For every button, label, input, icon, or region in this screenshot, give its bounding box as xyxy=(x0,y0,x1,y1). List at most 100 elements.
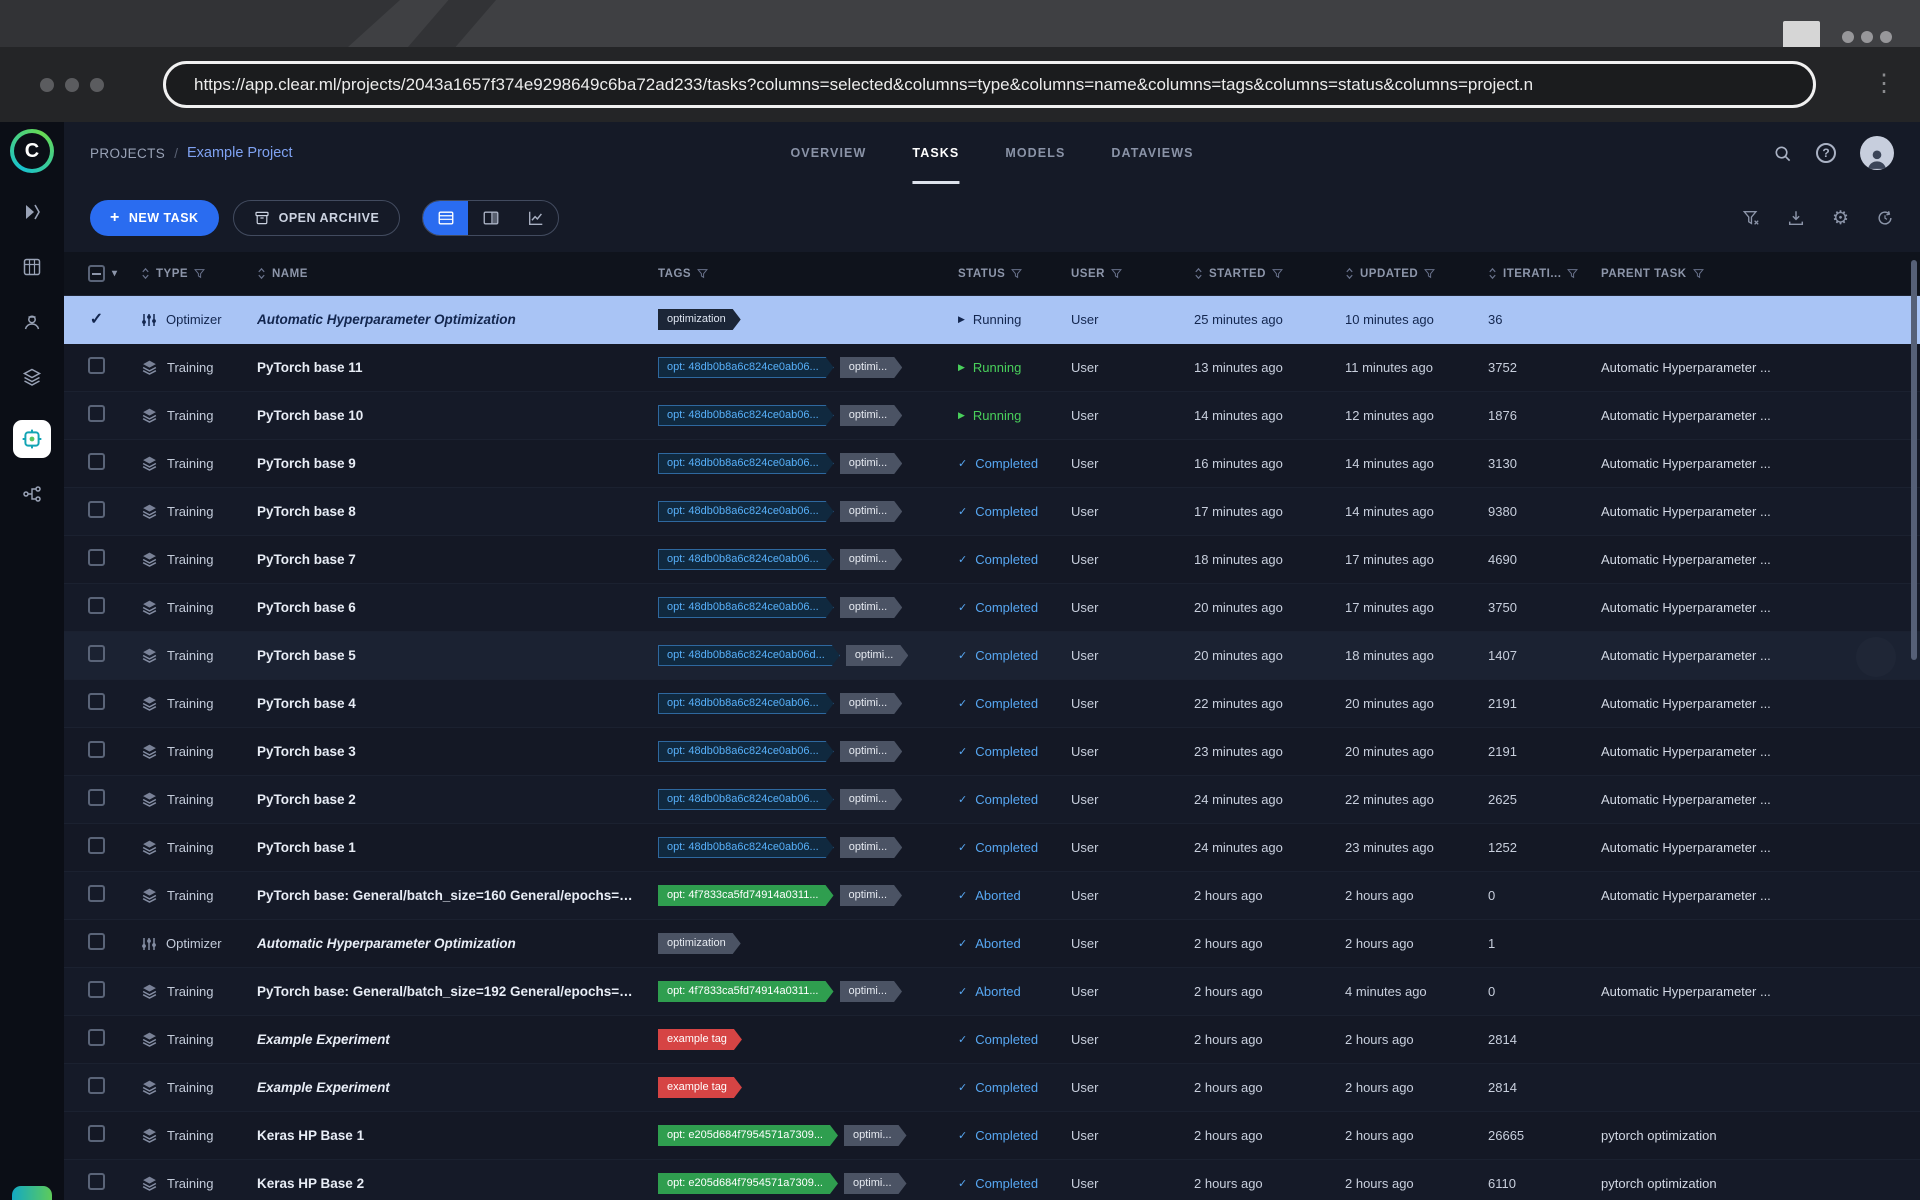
task-tag[interactable]: optimi... xyxy=(840,981,903,1002)
row-checkbox[interactable] xyxy=(88,933,105,950)
task-name[interactable]: PyTorch base 2 xyxy=(257,792,658,807)
task-parent[interactable]: Automatic Hyperparameter ... xyxy=(1601,888,1900,903)
sort-icon[interactable] xyxy=(141,267,150,280)
task-name[interactable]: Example Experiment xyxy=(257,1032,658,1047)
task-parent[interactable]: Automatic Hyperparameter ... xyxy=(1601,504,1900,519)
task-tag[interactable]: opt: 48db0b8a6c824ce0ab06... xyxy=(658,693,834,714)
row-checkbox[interactable]: ✓ xyxy=(88,310,105,327)
column-filter-icon[interactable] xyxy=(194,268,205,279)
task-name[interactable]: Keras HP Base 2 xyxy=(257,1176,658,1191)
task-tag[interactable]: optimization xyxy=(658,933,741,954)
task-tag[interactable]: optimi... xyxy=(840,693,903,714)
task-parent[interactable]: pytorch optimization xyxy=(1601,1128,1900,1143)
column-filter-icon[interactable] xyxy=(697,268,708,279)
task-row[interactable]: TrainingPyTorch base 4opt: 48db0b8a6c824… xyxy=(64,680,1920,728)
column-header-iterations[interactable]: ITERATI... xyxy=(1488,267,1601,280)
task-tag[interactable]: optimi... xyxy=(840,405,903,426)
task-row[interactable]: TrainingPyTorch base 6opt: 48db0b8a6c824… xyxy=(64,584,1920,632)
column-header-tags[interactable]: TAGS xyxy=(658,268,958,280)
nav-projects-icon[interactable] xyxy=(22,200,42,224)
column-header-started[interactable]: STARTED xyxy=(1194,267,1345,280)
chart-view-button[interactable] xyxy=(513,201,558,235)
task-row[interactable]: TrainingPyTorch base 5opt: 48db0b8a6c824… xyxy=(64,632,1920,680)
download-icon[interactable] xyxy=(1787,209,1805,227)
sort-icon[interactable] xyxy=(1488,267,1497,280)
task-name[interactable]: PyTorch base 7 xyxy=(257,552,658,567)
task-tag[interactable]: opt: 48db0b8a6c824ce0ab06... xyxy=(658,597,834,618)
clearml-logo[interactable]: C xyxy=(10,129,54,173)
task-row[interactable]: TrainingExample Experimentexample tag✓Co… xyxy=(64,1016,1920,1064)
task-row[interactable]: TrainingPyTorch base 8opt: 48db0b8a6c824… xyxy=(64,488,1920,536)
search-icon[interactable] xyxy=(1773,144,1792,163)
refresh-icon[interactable] xyxy=(1876,209,1894,227)
browser-window-dots[interactable] xyxy=(1842,31,1892,43)
task-tag[interactable]: optimi... xyxy=(840,741,903,762)
task-row[interactable]: TrainingPyTorch base: General/batch_size… xyxy=(64,872,1920,920)
task-name[interactable]: Automatic Hyperparameter Optimization xyxy=(257,312,658,327)
task-name[interactable]: PyTorch base 8 xyxy=(257,504,658,519)
nav-automation-icon[interactable] xyxy=(22,482,42,506)
nav-applications-icon[interactable] xyxy=(13,420,51,458)
task-row[interactable]: TrainingPyTorch base 3opt: 48db0b8a6c824… xyxy=(64,728,1920,776)
select-all-caret-icon[interactable]: ▾ xyxy=(112,268,118,279)
task-parent[interactable]: Automatic Hyperparameter ... xyxy=(1601,696,1900,711)
task-parent[interactable]: Automatic Hyperparameter ... xyxy=(1601,456,1900,471)
task-parent[interactable]: Automatic Hyperparameter ... xyxy=(1601,552,1900,567)
row-checkbox[interactable] xyxy=(88,837,105,854)
task-tag[interactable]: opt: 48db0b8a6c824ce0ab06... xyxy=(658,453,834,474)
task-parent[interactable]: Automatic Hyperparameter ... xyxy=(1601,360,1900,375)
browser-menu-icon[interactable]: ⋮ xyxy=(1872,69,1896,99)
row-checkbox[interactable] xyxy=(88,597,105,614)
task-tag[interactable]: opt: 48db0b8a6c824ce0ab06... xyxy=(658,837,834,858)
task-tag[interactable]: example tag xyxy=(658,1077,742,1098)
task-row[interactable]: TrainingPyTorch base 9opt: 48db0b8a6c824… xyxy=(64,440,1920,488)
sidebar-bottom-icon[interactable] xyxy=(12,1186,52,1200)
table-view-button[interactable] xyxy=(423,201,468,235)
nav-workers-icon[interactable] xyxy=(22,310,42,334)
task-name[interactable]: PyTorch base 10 xyxy=(257,408,658,423)
task-tag[interactable]: opt: 48db0b8a6c824ce0ab06... xyxy=(658,501,834,522)
task-name[interactable]: Keras HP Base 1 xyxy=(257,1128,658,1143)
sort-icon[interactable] xyxy=(1194,267,1203,280)
new-task-button[interactable]: + NEW TASK xyxy=(90,200,219,236)
select-all-checkbox[interactable] xyxy=(88,265,105,282)
row-checkbox[interactable] xyxy=(88,1077,105,1094)
task-tag[interactable]: opt: e205d684f7954571a7309... xyxy=(658,1173,838,1194)
task-tag[interactable]: optimi... xyxy=(840,357,903,378)
row-checkbox[interactable] xyxy=(88,1173,105,1190)
task-tag[interactable]: opt: 4f7833ca5fd74914a0311... xyxy=(658,885,834,906)
task-tag[interactable]: optimi... xyxy=(840,549,903,570)
column-header-name[interactable]: NAME xyxy=(257,267,658,280)
task-tag[interactable]: opt: 48db0b8a6c824ce0ab06... xyxy=(658,789,834,810)
task-tag[interactable]: opt: 48db0b8a6c824ce0ab06... xyxy=(658,549,834,570)
task-tag[interactable]: optimization xyxy=(658,309,741,330)
task-row[interactable]: TrainingPyTorch base 1opt: 48db0b8a6c824… xyxy=(64,824,1920,872)
task-name[interactable]: PyTorch base 6 xyxy=(257,600,658,615)
task-name[interactable]: Automatic Hyperparameter Optimization xyxy=(257,936,658,951)
split-view-button[interactable] xyxy=(468,201,513,235)
task-parent[interactable]: pytorch optimization xyxy=(1601,1176,1900,1191)
task-tag[interactable]: opt: 48db0b8a6c824ce0ab06... xyxy=(658,741,834,762)
task-name[interactable]: PyTorch base 3 xyxy=(257,744,658,759)
sort-icon[interactable] xyxy=(1345,267,1354,280)
browser-window-button[interactable] xyxy=(1783,21,1820,47)
task-tag[interactable]: example tag xyxy=(658,1029,742,1050)
task-row[interactable]: TrainingPyTorch base 2opt: 48db0b8a6c824… xyxy=(64,776,1920,824)
task-row[interactable]: TrainingPyTorch base 7opt: 48db0b8a6c824… xyxy=(64,536,1920,584)
task-parent[interactable]: Automatic Hyperparameter ... xyxy=(1601,792,1900,807)
row-checkbox[interactable] xyxy=(88,693,105,710)
task-tag[interactable]: optimi... xyxy=(844,1173,907,1194)
task-name[interactable]: PyTorch base 11 xyxy=(257,360,658,375)
open-archive-button[interactable]: OPEN ARCHIVE xyxy=(233,200,401,236)
breadcrumb-projects[interactable]: PROJECTS xyxy=(90,146,165,161)
task-name[interactable]: PyTorch base: General/batch_size=192 Gen… xyxy=(257,984,658,999)
breadcrumb-current-project[interactable]: Example Project xyxy=(187,145,293,161)
task-parent[interactable]: Automatic Hyperparameter ... xyxy=(1601,600,1900,615)
user-avatar[interactable] xyxy=(1860,136,1894,170)
task-tag[interactable]: opt: e205d684f7954571a7309... xyxy=(658,1125,838,1146)
task-tag[interactable]: optimi... xyxy=(840,597,903,618)
column-header-updated[interactable]: UPDATED xyxy=(1345,267,1488,280)
column-filter-icon[interactable] xyxy=(1111,268,1122,279)
clear-filters-icon[interactable] xyxy=(1742,209,1760,227)
task-row[interactable]: OptimizerAutomatic Hyperparameter Optimi… xyxy=(64,920,1920,968)
